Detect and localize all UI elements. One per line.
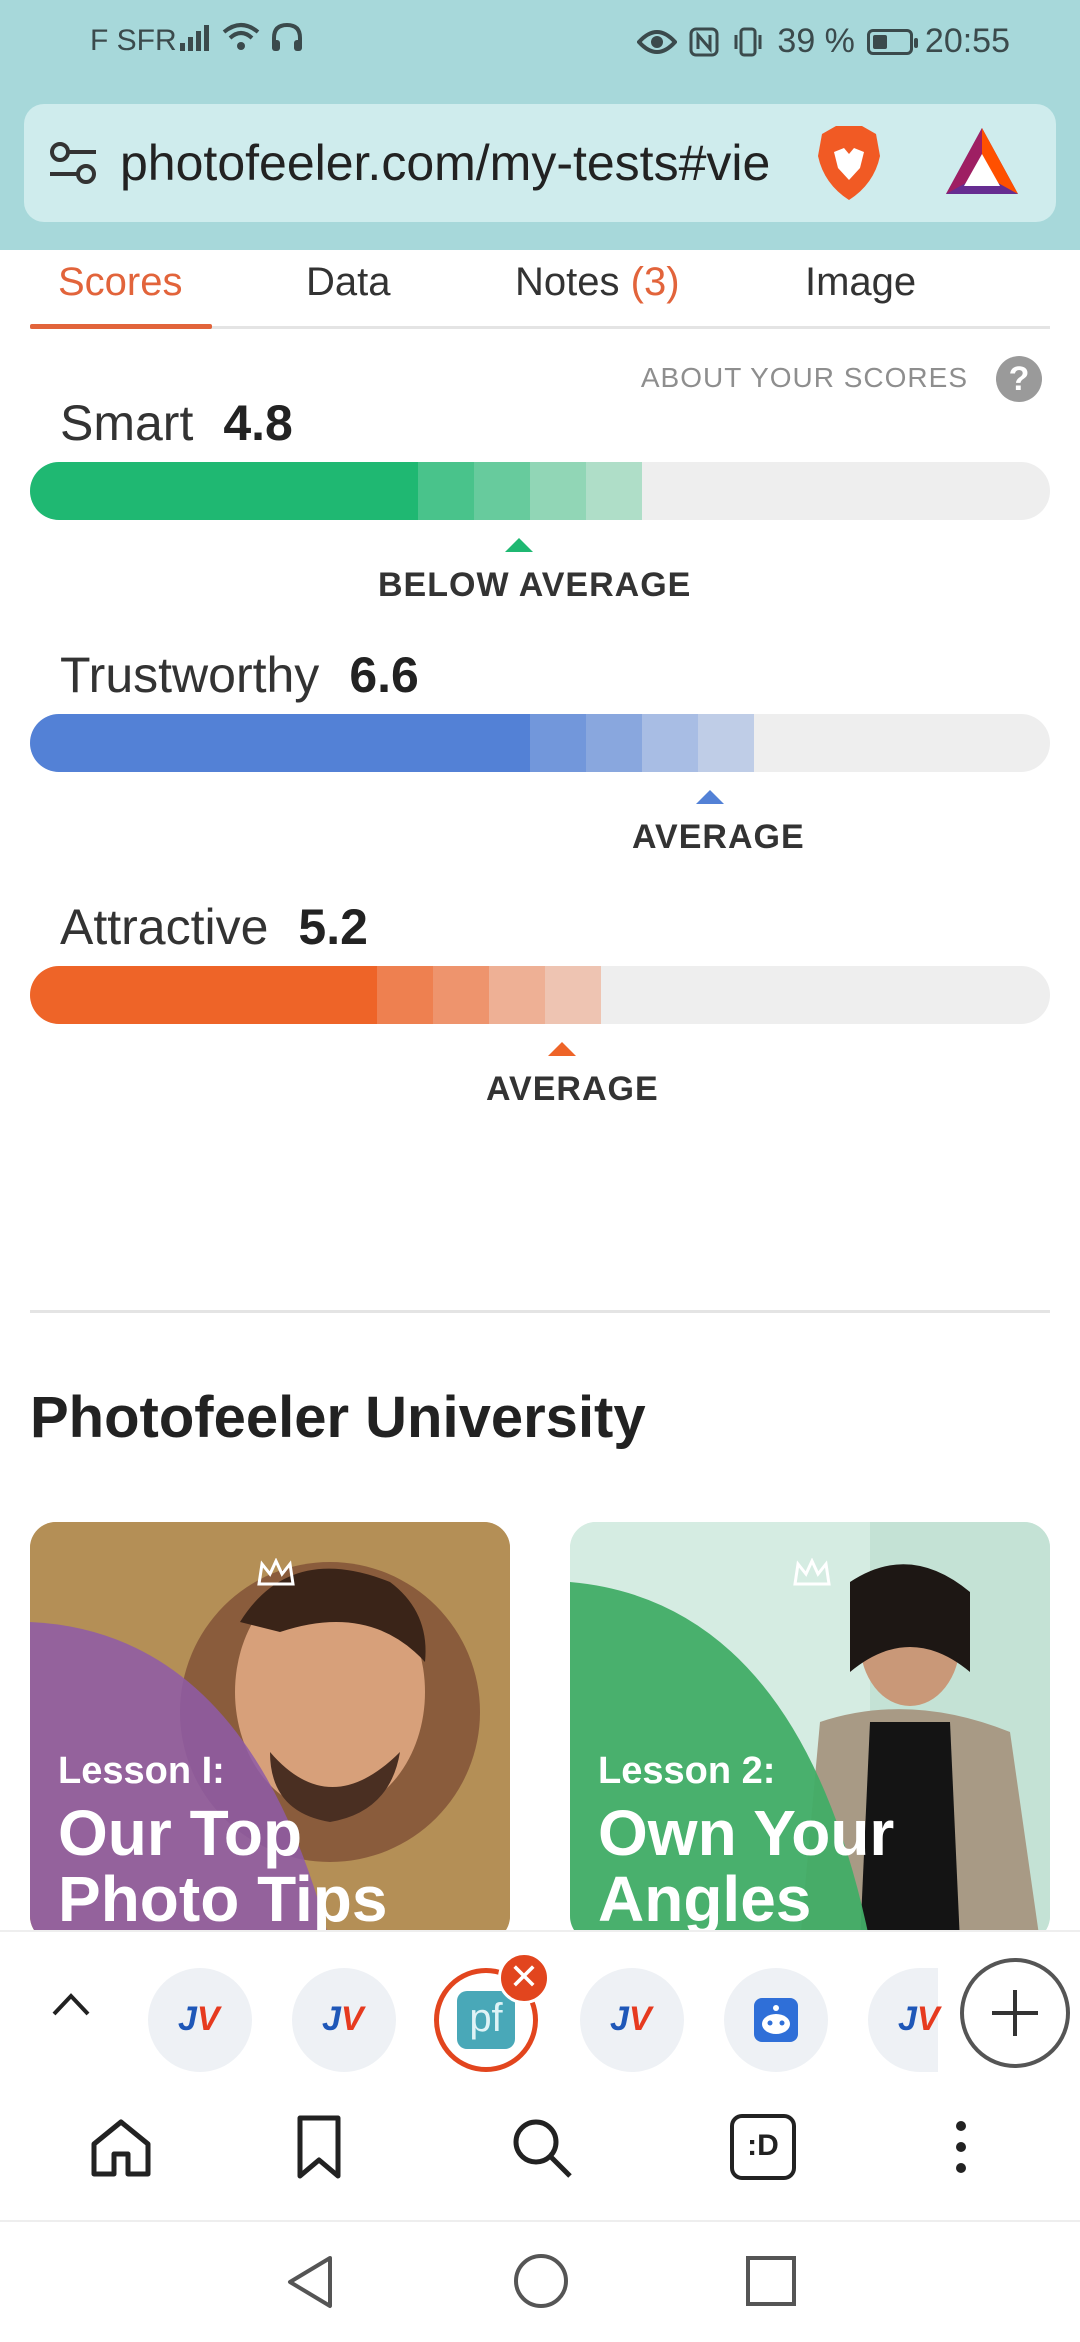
carrier-label: F SFR [90,24,177,57]
metric-score: 4.8 [223,395,293,451]
score-tabs: Scores Data Notes (3) Image [30,250,1050,329]
score-bar-band [586,462,642,520]
headphones-icon [272,22,302,51]
home-icon[interactable] [88,2114,154,2180]
home-circle-icon[interactable] [512,2252,570,2310]
metric-label: Smart [60,395,194,451]
lesson-number: Lesson 2: [598,1750,776,1792]
nfc-icon [689,27,719,56]
tab-jv-3[interactable]: JV [580,1968,684,2072]
score-bar-band [489,966,545,1024]
score-bar [30,966,1050,1024]
clock: 20:55 [924,22,1010,60]
battery-icon [866,28,918,55]
score-marker [696,790,724,804]
score-marker [505,538,533,552]
score-bar [30,462,1050,520]
plus-icon [992,1990,1038,2036]
browser-toolbar: photofeeler.com/my-tests#vie [0,84,1080,250]
tab-jv-1[interactable]: JV [148,1968,252,2072]
score-verdict: BELOW AVERAGE [378,566,692,604]
about-scores-link[interactable]: ABOUT YOUR SCORES [641,362,968,394]
premium-crown-icon [793,1558,831,1586]
more-menu-icon[interactable] [928,2114,994,2180]
score-bar-band [418,462,474,520]
lesson-card-2[interactable]: Lesson 2: Own Your Angles [570,1522,1050,1942]
score-bar-band [377,966,433,1024]
score-bar-band [474,462,530,520]
jv-favicon-icon: JV [322,2000,364,2038]
tab-notes-label: Notes [515,260,620,304]
notes-count-badge: (3) [630,260,680,304]
score-bar-band [433,966,489,1024]
lesson-title: Own Your Angles [598,1797,895,1935]
lesson-number: Lesson I: [58,1750,225,1792]
lesson-card-1[interactable]: Lesson I: Our Top Photo Tips [30,1522,510,1942]
score-bar-fill [30,966,377,1024]
tab-data[interactable]: Data [306,260,391,305]
site-settings-icon[interactable] [48,140,98,186]
score-bar-fill [30,714,530,772]
score-bar-band [698,714,754,772]
jv-favicon-icon: JV [898,2000,940,2038]
score-bar-band [545,966,601,1024]
tab-jv-2[interactable]: JV [292,1968,396,2072]
reddit-favicon-icon [754,1998,798,2042]
brave-shields-icon[interactable] [814,122,884,202]
metric-score: 5.2 [298,899,368,955]
url-bar[interactable]: photofeeler.com/my-tests#vie [24,104,1056,222]
tabs-count-button[interactable]: :D [730,2114,796,2180]
score-bar [30,714,1050,772]
active-tab-indicator [30,324,212,329]
tab-switcher-strip: JV JV pf ✕ JV JV [0,1930,1080,2082]
photofeeler-favicon-icon: pf [457,1991,515,2049]
new-tab-button[interactable] [960,1958,1070,2068]
jv-favicon-icon: JV [178,2000,220,2038]
score-bar-fill [30,462,418,520]
tab-jv-4[interactable]: JV [868,1968,940,2072]
score-marker [548,1042,576,1056]
chevron-up-icon[interactable] [46,1980,96,2030]
tab-notes[interactable]: Notes (3) [515,260,680,305]
score-verdict: AVERAGE [632,818,805,856]
metric-score: 6.6 [349,647,419,703]
system-nav-bar [0,2220,1080,2342]
close-tab-button[interactable]: ✕ [498,1952,550,2004]
recents-icon[interactable] [744,2254,798,2308]
url-text[interactable]: photofeeler.com/my-tests#vie [120,134,810,192]
metric-label: Attractive [60,899,269,955]
score-verdict: AVERAGE [486,1070,659,1108]
section-divider [30,1310,1050,1313]
jv-favicon-icon: JV [610,2000,652,2038]
score-bar-band [530,462,586,520]
signal-icon [180,25,209,51]
bat-rewards-icon[interactable] [944,126,1020,196]
lesson-title: Our Top Photo Tips [58,1797,388,1935]
score-bar-band [530,714,586,772]
status-bar: F SFR 39 % 20:55 [0,0,1080,84]
tab-image[interactable]: Image [805,260,916,305]
tab-reddit[interactable] [724,1968,828,2072]
eye-icon [637,29,678,54]
battery-percent: 39 % [777,22,855,60]
browser-bottom-nav: :D [0,2080,1080,2220]
wifi-icon [222,23,260,50]
metric-label: Trustworthy [60,647,320,703]
premium-crown-icon [257,1558,295,1586]
bookmark-icon[interactable] [286,2114,352,2180]
score-bar-band [642,714,698,772]
score-bar-band [586,714,642,772]
vibrate-icon [734,27,762,56]
search-icon[interactable] [508,2114,574,2180]
university-title: Photofeeler University [30,1385,646,1450]
help-icon[interactable]: ? [996,356,1042,402]
tab-scores[interactable]: Scores [58,260,183,305]
back-icon[interactable] [282,2252,336,2312]
